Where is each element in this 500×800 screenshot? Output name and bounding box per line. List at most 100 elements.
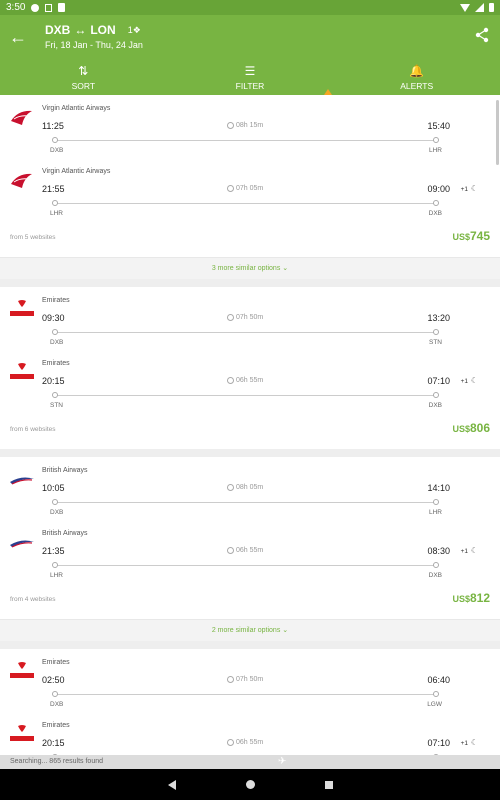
airline-name: Virgin Atlantic Airways — [42, 168, 111, 175]
flight-duration: 06h 55m — [227, 377, 263, 384]
flight-leg: Emirates 20:15 06h 55m 07:10 +1 ☾ STN DXB — [0, 350, 500, 413]
similar-options-link[interactable]: 2 more similar options ⌄ — [0, 619, 500, 641]
scrollbar[interactable] — [496, 100, 499, 165]
departure-time: 20:15 — [42, 376, 65, 386]
moon-icon: ☾ — [470, 546, 478, 555]
nav-home-button[interactable] — [245, 780, 255, 789]
plane-icon: ✈ — [278, 756, 287, 767]
nav-back-button[interactable] — [167, 779, 176, 790]
filter-icon: ☰ — [244, 63, 256, 78]
a-icon — [45, 3, 53, 12]
clock-icon — [227, 484, 234, 491]
arrival-time: 15:40 — [427, 121, 450, 131]
flight-duration: 07h 50m — [227, 676, 263, 683]
flight-duration: 08h 05m — [227, 484, 263, 491]
destination-dot — [433, 200, 439, 206]
results-list[interactable]: Virgin Atlantic Airways 11:25 08h 15m 15… — [0, 95, 500, 755]
arrival-time: 07:10 — [427, 738, 450, 748]
flight-duration: 08h 15m — [227, 122, 263, 129]
departure-time: 09:30 — [42, 313, 65, 323]
website-count: from 6 websites — [10, 426, 56, 433]
result-card[interactable]: British Airways 10:05 08h 05m 14:10 DXB … — [0, 457, 500, 641]
battery-icon — [489, 3, 494, 12]
status-time: 3:50 — [6, 2, 26, 13]
route-title: DXB ↔ LON 1❖ — [45, 23, 141, 37]
destination-airport: DXB — [428, 210, 442, 217]
chevron-down-icon: ⌄ — [282, 627, 289, 634]
destination-dot — [433, 562, 439, 568]
origin-airport: LHR — [50, 210, 64, 217]
clock-icon — [227, 122, 234, 129]
price[interactable]: US$812 — [452, 591, 490, 605]
tab-alerts[interactable]: 🔔 ALERTS — [333, 60, 500, 95]
airline-name: Emirates — [42, 297, 70, 304]
arrival-time: 09:00 — [427, 184, 450, 194]
passenger-count: 1❖ — [127, 24, 141, 35]
plus-day-badge: +1 — [460, 548, 468, 555]
moon-icon: ☾ — [470, 376, 478, 385]
departure-time: 10:05 — [42, 483, 65, 493]
flight-leg: British Airways 10:05 08h 05m 14:10 DXB … — [0, 457, 500, 520]
share-icon[interactable] — [474, 27, 490, 43]
flight-track — [55, 502, 437, 503]
result-card[interactable]: Virgin Atlantic Airways 11:25 08h 15m 15… — [0, 95, 500, 279]
departure-time: 21:35 — [42, 546, 65, 556]
wifi-icon — [460, 3, 470, 12]
origin-airport: DXB — [50, 509, 64, 516]
origin-airport: STN — [50, 402, 63, 409]
destination-airport: LHR — [428, 509, 442, 516]
plus-day-badge: +1 — [460, 378, 468, 385]
result-footer: from 4 websites US$812 — [0, 583, 500, 619]
flight-leg: Emirates 20:15 06h 55m 07:10 +1☾ LGW DXB — [0, 712, 500, 755]
airline-name: Emirates — [42, 722, 70, 729]
clock-icon — [227, 676, 234, 683]
origin-dot — [52, 691, 58, 697]
destination-airport: DXB — [428, 402, 442, 409]
flight-duration: 07h 50m — [227, 314, 263, 321]
arrival-time: 06:40 — [427, 675, 450, 685]
clock-icon — [227, 185, 234, 192]
airline-name: Emirates — [42, 659, 70, 666]
website-count: from 4 websites — [10, 596, 56, 603]
status-bar: 3:50 — [0, 0, 500, 15]
flight-duration: 06h 55m — [227, 739, 263, 746]
origin-airport: DXB — [50, 701, 64, 708]
origin-dot — [52, 562, 58, 568]
origin-dot — [52, 392, 58, 398]
price[interactable]: US$806 — [452, 421, 490, 435]
flight-duration: 07h 05m — [227, 185, 263, 192]
similar-options-link[interactable]: 3 more similar options ⌄ — [0, 257, 500, 279]
airline-name: British Airways — [42, 467, 88, 474]
flight-leg: Virgin Atlantic Airways 21:55 07h 05m 09… — [0, 158, 500, 221]
nav-recents-button[interactable] — [324, 780, 333, 789]
flight-leg: Emirates 02:50 07h 50m 06:40 DXB LGW — [0, 649, 500, 712]
destination-dot — [433, 691, 439, 697]
destination-dot — [433, 499, 439, 505]
clock-icon — [227, 739, 234, 746]
destination-code: LON — [90, 23, 116, 37]
origin-airport: LHR — [50, 572, 64, 579]
price[interactable]: US$745 — [452, 229, 490, 243]
origin-dot — [52, 137, 58, 143]
origin-dot — [52, 329, 58, 335]
result-card[interactable]: Emirates 09:30 07h 50m 13:20 DXB STN Emi… — [0, 287, 500, 449]
arrival-time: 07:10 — [427, 376, 450, 386]
flight-track — [55, 694, 437, 695]
passenger-icon: ❖ — [132, 24, 141, 35]
trip-dates: Fri, 18 Jan - Thu, 24 Jan — [45, 40, 143, 50]
tab-sort[interactable]: ⇅ SORT — [0, 60, 167, 95]
arrival-time: 08:30 — [427, 546, 450, 556]
back-arrow-icon[interactable]: ← — [8, 27, 28, 47]
system-nav-bar — [0, 769, 500, 800]
flight-track — [55, 203, 437, 204]
clock-icon — [227, 314, 234, 321]
moon-icon: ☾ — [470, 184, 478, 193]
flight-track — [55, 395, 437, 396]
flight-track — [55, 332, 437, 333]
plus-day-badge: +1 — [460, 740, 468, 747]
flight-track — [55, 140, 437, 141]
tab-filter[interactable]: ☰ FILTER — [167, 60, 334, 95]
flight-leg: Virgin Atlantic Airways 11:25 08h 15m 15… — [0, 95, 500, 158]
flight-duration: 06h 55m — [227, 547, 263, 554]
result-card[interactable]: Emirates 02:50 07h 50m 06:40 DXB LGW Emi… — [0, 649, 500, 755]
